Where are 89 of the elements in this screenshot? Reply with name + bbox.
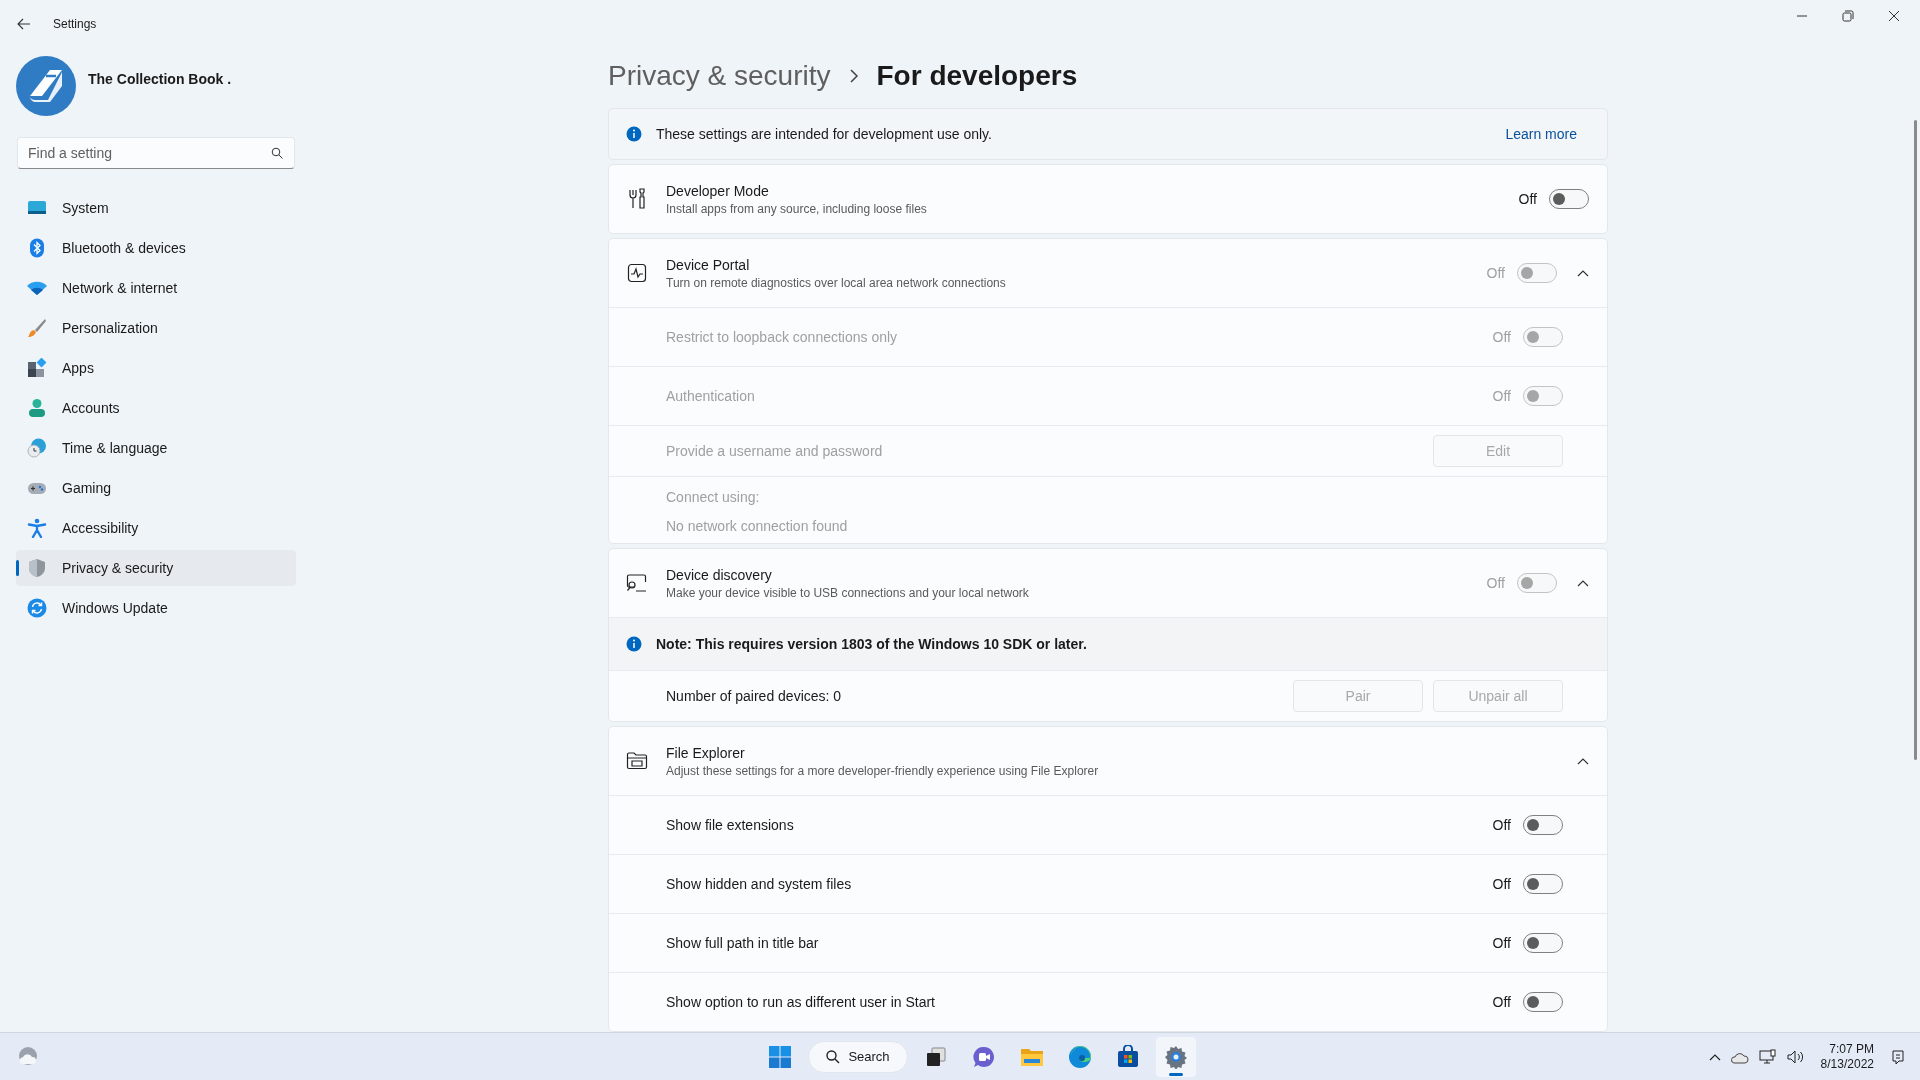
toggle-state-label: Off	[1492, 994, 1511, 1010]
clock-date: 8/13/2022	[1820, 1056, 1874, 1072]
profile-name: The Collection Book .	[88, 71, 232, 87]
taskbar-search[interactable]: Search	[808, 1040, 908, 1073]
setting-title: Device Portal	[666, 256, 751, 273]
restore-icon[interactable]	[1842, 10, 1854, 22]
chevron-up-icon[interactable]	[1577, 579, 1589, 587]
setting-label: Show option to run as different user in Start	[666, 994, 936, 1010]
tools-icon	[626, 188, 648, 210]
setting-title: Developer Mode	[666, 182, 770, 199]
info-icon	[626, 636, 642, 652]
gear-icon	[1164, 1044, 1188, 1069]
search-field[interactable]: Find a setting	[17, 137, 295, 169]
toggle-state-label: Off	[1492, 388, 1511, 404]
setting-description: Turn on remote diagnostics over local area network connections	[666, 275, 1007, 290]
apps-icon	[27, 358, 47, 378]
setting-description: Adjust these settings for a more developer-friendly experience using File Explorer	[666, 763, 1100, 778]
learn-more-link[interactable]: Learn more	[1505, 125, 1577, 142]
nav-item[interactable]: Accessibility	[16, 510, 296, 546]
toggle-switch[interactable]	[1549, 189, 1589, 209]
bluetooth-icon	[27, 238, 47, 258]
setting-label: Show hidden and system files	[666, 876, 853, 892]
note-text: Note: This requires version 1803 of the Windows 10 SDK or later.	[656, 636, 1087, 652]
setting-label: Show full path in title bar	[666, 935, 820, 951]
info-icon	[626, 125, 642, 142]
info-line: Connect using:	[666, 489, 761, 506]
shield-icon	[27, 558, 47, 578]
toggle-switch[interactable]	[1523, 933, 1563, 953]
setting-label: Provide a username and password	[666, 443, 884, 459]
notification-icon[interactable]	[1890, 1048, 1906, 1065]
toggle-state-label: Off	[1492, 876, 1511, 892]
setting-description: Make your device visible to USB connections and your local network	[666, 585, 1030, 600]
chevron-right-icon	[848, 69, 859, 84]
sync-icon	[27, 598, 47, 618]
setting-label: Authentication	[666, 388, 756, 404]
nav-item[interactable]: System	[16, 190, 296, 226]
speaker-icon[interactable]	[1786, 1048, 1805, 1065]
nav-item[interactable]: Apps	[16, 350, 296, 386]
toggle-switch[interactable]	[1523, 815, 1563, 835]
browser-icon	[1068, 1044, 1092, 1069]
monitor-search-icon	[626, 573, 648, 593]
nav-item[interactable]: Time & language	[16, 430, 296, 466]
setting-description: Install apps from any source, including loose files	[666, 201, 928, 216]
scrollbar[interactable]	[1914, 120, 1917, 760]
page-title: For developers	[876, 60, 1078, 93]
globe-clock-icon	[27, 438, 47, 458]
back-arrow-icon[interactable]	[17, 18, 31, 30]
chevron-up-icon[interactable]	[1708, 1052, 1721, 1061]
window-title: Settings	[53, 17, 97, 31]
chat-icon	[972, 1044, 996, 1069]
chevron-up-icon[interactable]	[1577, 269, 1589, 277]
folder-icon	[626, 751, 648, 771]
book-avatar-icon	[16, 56, 76, 116]
nav-item[interactable]: Privacy & security	[16, 550, 296, 586]
toggle-state-label: Off	[1492, 329, 1511, 345]
breadcrumb-parent[interactable]: Privacy & security	[608, 60, 831, 93]
toggle-state-label: Off	[1486, 265, 1505, 281]
clock-time: 7:07 PM	[1829, 1041, 1874, 1057]
toggle-switch[interactable]	[1523, 874, 1563, 894]
store-bag-icon	[1116, 1044, 1140, 1069]
toggle-state-label: Off	[1486, 575, 1505, 591]
toggle-switch[interactable]	[1523, 992, 1563, 1012]
nav-item[interactable]: Gaming	[16, 470, 296, 506]
toggle-state-label: Off	[1518, 191, 1537, 207]
setting-label: Restrict to loopback connections only	[666, 329, 899, 345]
search-icon	[826, 1049, 841, 1064]
accessibility-icon	[27, 518, 47, 538]
info-text: These settings are intended for development use only.	[656, 125, 992, 142]
setting-title: Device discovery	[666, 566, 773, 583]
nav-item[interactable]: Windows Update	[16, 590, 296, 626]
nav-item[interactable]: Accounts	[16, 390, 296, 426]
search-icon	[271, 147, 283, 159]
toggle-state-label: Off	[1492, 935, 1511, 951]
person-icon	[27, 398, 47, 418]
setting-label: Show file extensions	[666, 817, 795, 833]
brush-icon	[27, 318, 47, 338]
nav-item[interactable]: Network & internet	[16, 270, 296, 306]
nav-item[interactable]: Bluetooth & devices	[16, 230, 296, 266]
network-monitor-icon[interactable]	[1758, 1048, 1777, 1065]
setting-title: File Explorer	[666, 744, 746, 761]
pulse-monitor-icon	[626, 263, 648, 283]
toggle-state-label: Off	[1492, 817, 1511, 833]
task-view-icon	[925, 1045, 947, 1068]
setting-label: Number of paired devices: 0	[666, 688, 843, 704]
info-line: No network connection found	[666, 518, 849, 535]
close-icon[interactable]	[1888, 10, 1900, 22]
nav-item[interactable]: Personalization	[16, 310, 296, 346]
start-icon[interactable]	[768, 1044, 792, 1069]
chevron-up-icon[interactable]	[1577, 757, 1589, 765]
